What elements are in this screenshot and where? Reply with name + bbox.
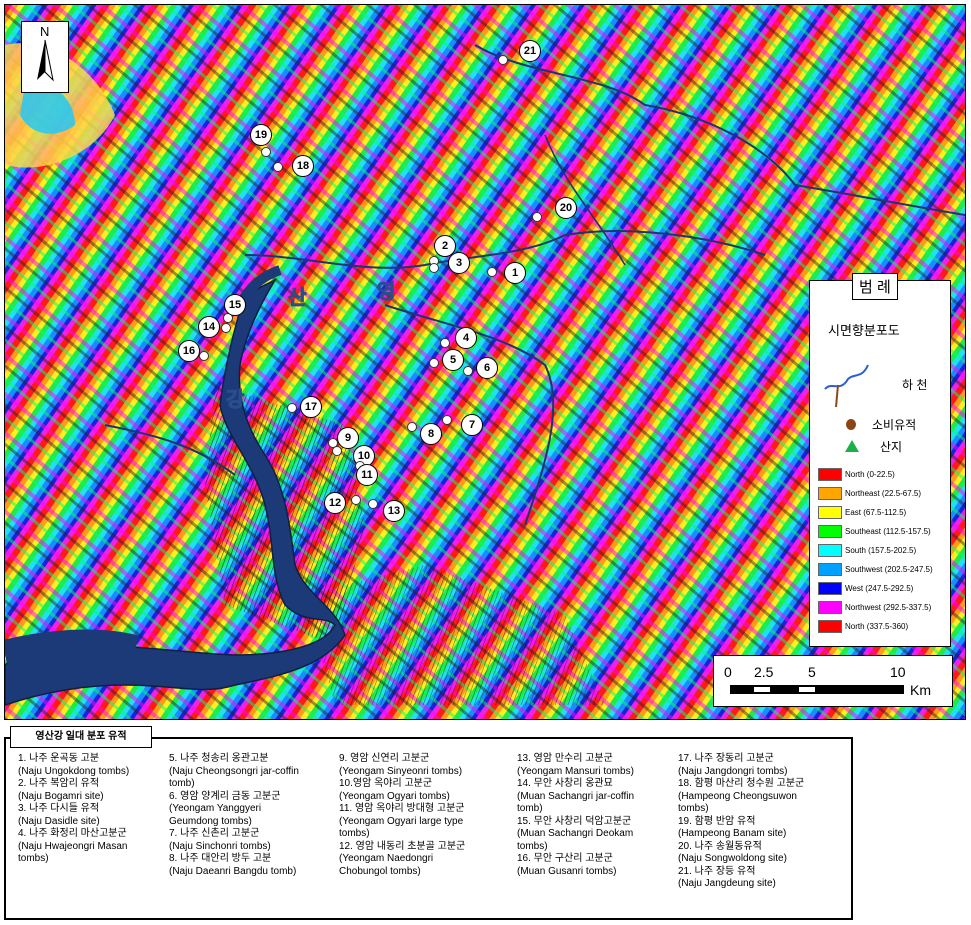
legend-class-label: West (247.5-292.5) (845, 584, 914, 593)
site-label[interactable]: 16 (178, 340, 200, 362)
legend-swatch (818, 620, 842, 634)
site-label[interactable]: 15 (224, 294, 246, 316)
legend-class-label: South (157.5-202.5) (845, 546, 917, 555)
ref-col-2: 5. 나주 청송리 옹관고분 (Naju Cheongsongri jar-co… (169, 753, 299, 877)
site-dot (368, 499, 378, 509)
site-dot (429, 263, 439, 273)
site-dot (273, 162, 283, 172)
site-reference-box: 1. 나주 운곡동 고분 (Naju Ungokdong tombs) 2. 나… (4, 737, 853, 920)
reference-title: 영산강 일대 분포 유적 (10, 726, 152, 748)
legend-swatch (818, 525, 842, 539)
site-dot (332, 446, 342, 456)
site-label[interactable]: 13 (383, 500, 405, 522)
site-dot (440, 338, 450, 348)
legend-title: 범 례 (852, 273, 898, 300)
legend-subtitle: 시면향분포도 (828, 323, 900, 338)
legend-class-label: Southwest (202.5-247.5) (845, 565, 933, 574)
ref-col-4: 13. 영암 만수리 고분군 (Yeongam Mansuri tombs) 1… (517, 753, 635, 877)
legend-class-label: Northeast (22.5-67.5) (845, 489, 922, 498)
site-label[interactable]: 11 (356, 464, 378, 486)
site-label[interactable]: 18 (292, 155, 314, 177)
site-dot (287, 403, 297, 413)
site-dot (463, 366, 473, 376)
site-label[interactable]: 6 (476, 357, 498, 379)
north-arrow: N (21, 21, 69, 93)
site-label[interactable]: 5 (442, 349, 464, 371)
site-label[interactable]: 7 (461, 414, 483, 436)
consumption-site-icon (846, 419, 856, 430)
legend-swatch (818, 506, 842, 520)
legend-class-label: East (67.5-112.5) (845, 508, 907, 517)
scale-tick-0: 0 (724, 664, 732, 680)
legend-river-label: 하 천 (902, 378, 928, 392)
legend-class-row: Southeast (112.5-157.5) (818, 525, 931, 539)
legend-class-label: North (337.5-360) (845, 622, 909, 631)
scale-tick-3: 10 (890, 664, 906, 680)
site-dot (407, 422, 417, 432)
site-dot (487, 267, 497, 277)
legend-class-label: Northwest (292.5-337.5) (845, 603, 932, 612)
north-arrow-icon (37, 39, 54, 82)
legend-class-row: Southwest (202.5-247.5) (818, 563, 933, 577)
scale-unit: Km (910, 682, 931, 698)
legend-class-label: Southeast (112.5-157.5) (845, 527, 931, 536)
legend-swatch (818, 601, 842, 615)
river-label-1: 영 (376, 281, 396, 304)
legend: 범 례 시면향분포도 하 천 소비유적 산지 North (0-22.5) Nor… (809, 273, 951, 647)
site-dot (261, 147, 271, 157)
mountain-triangle-icon (845, 440, 859, 452)
site-label[interactable]: 14 (198, 316, 220, 338)
site-dot (199, 351, 209, 361)
legend-swatch (818, 582, 842, 596)
legend-class-row: Northwest (292.5-337.5) (818, 601, 932, 615)
site-label[interactable]: 8 (420, 423, 442, 445)
site-label[interactable]: 9 (337, 427, 359, 449)
site-label[interactable]: 20 (555, 197, 577, 219)
site-label[interactable]: 17 (300, 396, 322, 418)
scale-bar: 0 2.5 5 10 Km (713, 655, 953, 707)
site-label[interactable]: 12 (324, 492, 346, 514)
legend-swatch (818, 468, 842, 482)
legend-class-row: South (157.5-202.5) (818, 544, 917, 558)
river-symbol-icon (824, 364, 869, 408)
legend-class-row: East (67.5-112.5) (818, 506, 907, 520)
ref-col-3: 9. 영암 신연리 고분군 (Yeongam Sinyeonri tombs) … (339, 753, 466, 877)
legend-site-label: 소비유적 (872, 418, 917, 432)
scale-tick-1: 2.5 (754, 664, 774, 680)
legend-swatch (818, 487, 842, 501)
site-dot (498, 55, 508, 65)
scale-tick-2: 5 (808, 664, 816, 680)
legend-swatch (818, 563, 842, 577)
site-dot (532, 212, 542, 222)
ref-col-1: 1. 나주 운곡동 고분 (Naju Ungokdong tombs) 2. 나… (18, 753, 130, 864)
site-dot (351, 495, 361, 505)
scale-bar-graphic (730, 685, 904, 694)
legend-class-row: North (0-22.5) (818, 468, 895, 482)
site-label[interactable]: 1 (504, 262, 526, 284)
river-label-3: 강 (225, 389, 245, 412)
legend-mountain-label: 산지 (880, 440, 903, 454)
site-dot (429, 358, 439, 368)
legend-swatch (818, 544, 842, 558)
site-dot (442, 415, 452, 425)
legend-class-label: North (0-22.5) (845, 470, 895, 479)
site-label[interactable]: 4 (455, 327, 477, 349)
site-label[interactable]: 19 (250, 124, 272, 146)
river-label-2: 산 (287, 287, 307, 310)
site-label[interactable]: 3 (448, 252, 470, 274)
legend-class-row: Northeast (22.5-67.5) (818, 487, 922, 501)
site-label[interactable]: 21 (519, 40, 541, 62)
legend-class-row: West (247.5-292.5) (818, 582, 914, 596)
site-dot (221, 323, 231, 333)
aspect-map: N 영 산 강 1 2 3 4 5 6 7 8 9 10 11 12 13 14 15 16 17 18 19 20 2… (4, 4, 966, 720)
legend-class-row: North (337.5-360) (818, 620, 909, 634)
ref-col-5: 17. 나주 장동리 고분군 (Naju Jangdongri tombs) 1… (678, 753, 805, 889)
